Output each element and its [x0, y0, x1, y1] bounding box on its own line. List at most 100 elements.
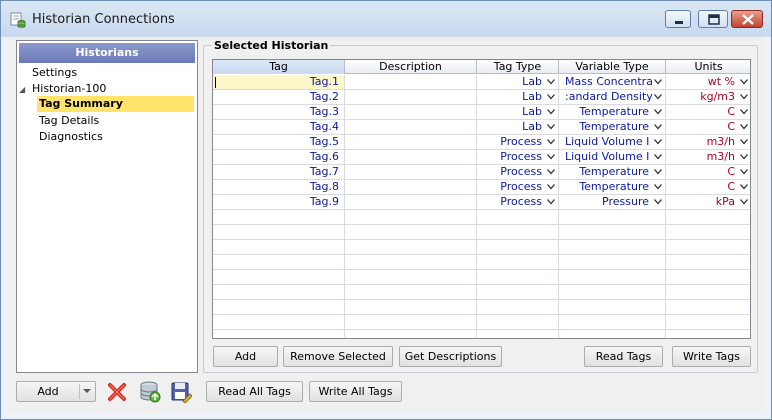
cell-variable-type[interactable] — [559, 270, 666, 284]
cell-units[interactable]: C — [666, 120, 750, 134]
add-historian-dropdown-button[interactable]: Add — [16, 381, 96, 402]
table-row[interactable] — [213, 270, 750, 285]
chevron-down-icon[interactable] — [547, 184, 555, 190]
table-row[interactable] — [213, 255, 750, 270]
table-row[interactable]: Tag.5 Process Liquid Volume I m3/h — [213, 135, 750, 150]
chevron-down-icon[interactable] — [547, 79, 555, 85]
cell-description[interactable] — [345, 270, 477, 284]
cell-tag[interactable]: Tag.7 — [213, 165, 345, 179]
cell-tag[interactable] — [213, 285, 345, 299]
chevron-down-icon[interactable] — [547, 199, 555, 205]
save-disk-icon[interactable] — [170, 381, 192, 403]
cell-tag-type[interactable]: Process — [477, 165, 559, 179]
cell-tag[interactable] — [213, 255, 345, 269]
write-tags-button[interactable]: Write Tags — [672, 346, 751, 367]
cell-variable-type[interactable]: Temperature — [559, 180, 666, 194]
chevron-down-icon[interactable] — [654, 169, 662, 175]
cell-tag-type[interactable]: Lab — [477, 90, 559, 104]
cell-tag-type[interactable] — [477, 210, 559, 224]
table-row[interactable] — [213, 210, 750, 225]
chevron-down-icon[interactable] — [547, 109, 555, 115]
title-bar[interactable]: Historian Connections — [1, 1, 771, 37]
cell-description[interactable] — [345, 135, 477, 149]
maximize-button[interactable] — [698, 10, 728, 28]
table-row[interactable]: Tag.3 Lab Temperature C — [213, 105, 750, 120]
column-header-units[interactable]: Units — [666, 60, 750, 74]
cell-description[interactable] — [345, 240, 477, 254]
table-row[interactable] — [213, 240, 750, 255]
table-row[interactable] — [213, 330, 750, 338]
cell-tag-type[interactable] — [477, 255, 559, 269]
cell-variable-type[interactable]: Mass Concentra — [559, 75, 666, 89]
cell-description[interactable] — [345, 105, 477, 119]
cell-units[interactable] — [666, 240, 750, 254]
chevron-down-icon[interactable] — [654, 79, 662, 85]
cell-tag-type[interactable] — [477, 315, 559, 329]
table-row[interactable] — [213, 315, 750, 330]
read-tags-button[interactable]: Read Tags — [584, 346, 663, 367]
database-refresh-icon[interactable] — [139, 381, 161, 403]
chevron-down-icon[interactable] — [740, 169, 748, 175]
cell-variable-type[interactable]: Liquid Volume I — [559, 135, 666, 149]
table-row[interactable]: Tag.2 Lab:andard Density kg/m3 — [213, 90, 750, 105]
cell-tag-type[interactable]: Process — [477, 195, 559, 209]
cell-units[interactable] — [666, 285, 750, 299]
chevron-down-icon[interactable] — [547, 154, 555, 160]
table-row[interactable]: Tag.9 Process Pressure kPa — [213, 195, 750, 210]
chevron-down-icon[interactable] — [547, 94, 555, 100]
cell-units[interactable]: kg/m3 — [666, 90, 750, 104]
cell-units[interactable]: kPa — [666, 195, 750, 209]
chevron-down-icon[interactable] — [654, 94, 662, 100]
cell-tag-type[interactable]: Process — [477, 135, 559, 149]
cell-tag[interactable]: Tag.5 — [213, 135, 345, 149]
red-x-delete-icon[interactable] — [106, 381, 128, 403]
minimize-button[interactable] — [665, 10, 691, 28]
table-row[interactable]: Tag.8 Process Temperature C — [213, 180, 750, 195]
cell-description[interactable] — [345, 285, 477, 299]
table-row[interactable]: Tag.1 Lab Mass Concentra wt % — [213, 75, 750, 90]
cell-units[interactable] — [666, 225, 750, 239]
cell-tag[interactable]: Tag.1 — [213, 75, 345, 89]
cell-variable-type[interactable]: Pressure — [559, 195, 666, 209]
cell-units[interactable] — [666, 210, 750, 224]
chevron-down-icon[interactable] — [740, 154, 748, 160]
cell-variable-type[interactable]: :andard Density — [559, 90, 666, 104]
chevron-down-icon[interactable] — [740, 139, 748, 145]
cell-tag-type[interactable] — [477, 300, 559, 314]
cell-tag-type[interactable] — [477, 270, 559, 284]
cell-variable-type[interactable] — [559, 210, 666, 224]
cell-variable-type[interactable]: Temperature — [559, 105, 666, 119]
cell-units[interactable]: C — [666, 105, 750, 119]
cell-tag-type[interactable]: Process — [477, 180, 559, 194]
collapse-arrow-icon[interactable]: ◢ — [19, 85, 25, 94]
tags-grid[interactable]: Tag Description Tag Type Variable Type U… — [212, 59, 751, 339]
cell-tag[interactable] — [213, 225, 345, 239]
chevron-down-icon[interactable] — [654, 184, 662, 190]
chevron-down-icon[interactable] — [547, 139, 555, 145]
cell-tag[interactable] — [213, 315, 345, 329]
cell-tag-type[interactable] — [477, 285, 559, 299]
chevron-down-icon[interactable] — [740, 94, 748, 100]
cell-tag-type[interactable] — [477, 240, 559, 254]
cell-units[interactable]: C — [666, 165, 750, 179]
cell-description[interactable] — [345, 75, 477, 89]
cell-description[interactable] — [345, 300, 477, 314]
cell-description[interactable] — [345, 150, 477, 164]
cell-tag[interactable]: Tag.3 — [213, 105, 345, 119]
cell-units[interactable]: m3/h — [666, 150, 750, 164]
chevron-down-icon[interactable] — [654, 124, 662, 130]
cell-tag[interactable] — [213, 270, 345, 284]
chevron-down-icon[interactable] — [740, 199, 748, 205]
cell-tag[interactable] — [213, 240, 345, 254]
table-row[interactable]: Tag.4 Lab Temperature C — [213, 120, 750, 135]
cell-tag-type[interactable]: Process — [477, 150, 559, 164]
cell-description[interactable] — [345, 120, 477, 134]
get-descriptions-button[interactable]: Get Descriptions — [399, 346, 502, 367]
cell-units[interactable]: C — [666, 180, 750, 194]
column-header-tag-type[interactable]: Tag Type — [477, 60, 559, 74]
cell-tag[interactable] — [213, 330, 345, 338]
cell-variable-type[interactable] — [559, 315, 666, 329]
cell-tag-type[interactable] — [477, 225, 559, 239]
cell-variable-type[interactable] — [559, 255, 666, 269]
cell-tag[interactable]: Tag.2 — [213, 90, 345, 104]
